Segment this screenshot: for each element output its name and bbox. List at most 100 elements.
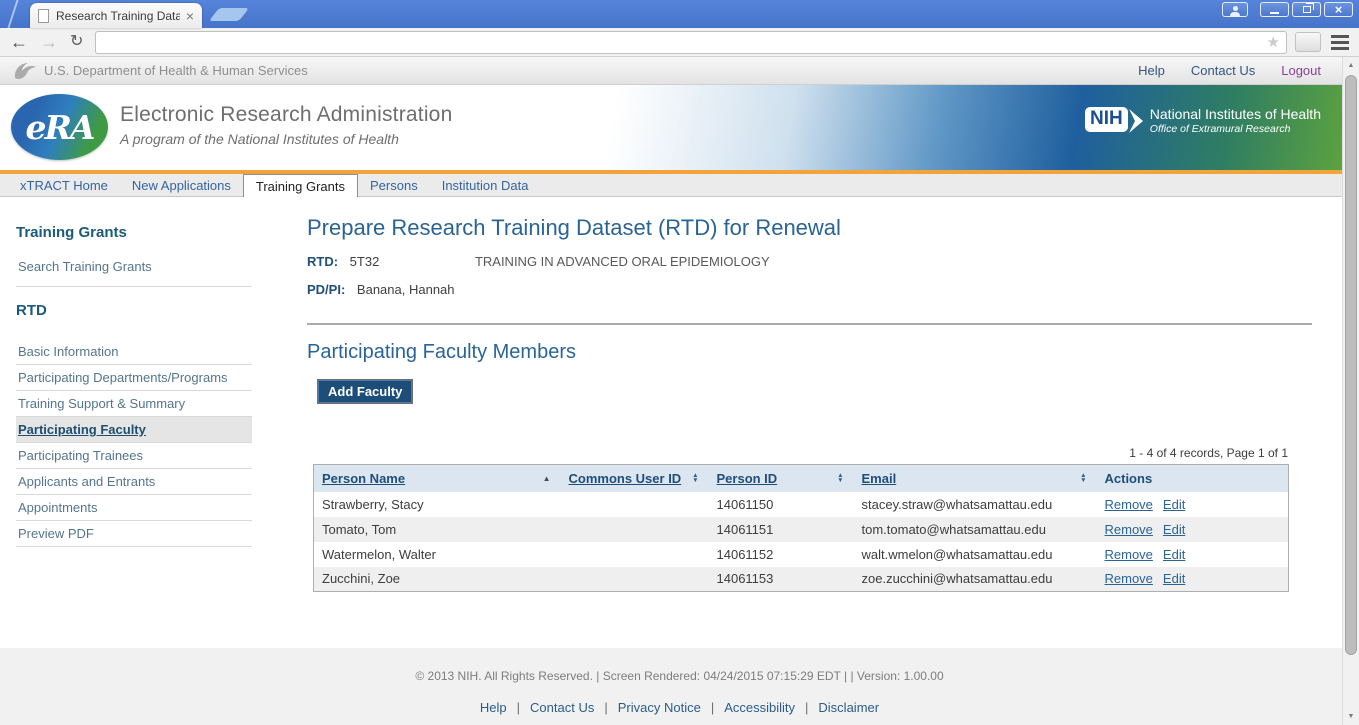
hhs-logo-icon: [12, 60, 38, 82]
edit-link[interactable]: Edit: [1163, 547, 1185, 562]
close-button[interactable]: ×: [1324, 2, 1353, 17]
faculty-table: Person Name ▲ Commons User ID ▲▼ Person ID…: [313, 464, 1289, 592]
sidebar-item[interactable]: Training Support & Summary: [16, 391, 252, 417]
copyright-text: © 2013 NIH. All Rights Reserved. | Scree…: [0, 669, 1359, 683]
table-row: Strawberry, Stacy 14061150 stacey.straw@…: [314, 492, 1289, 517]
sidebar-heading-training-grants: Training Grants: [16, 224, 290, 241]
cell-commons-user-id: [561, 567, 709, 592]
cell-actions: Remove Edit: [1097, 517, 1289, 542]
sidebar-item-search-training-grants[interactable]: Search Training Grants: [16, 257, 252, 287]
footer-link[interactable]: Accessibility: [724, 700, 795, 715]
sidebar-heading-rtd: RTD: [16, 302, 290, 319]
footer-link[interactable]: Privacy Notice: [618, 700, 701, 715]
help-link[interactable]: Help: [1138, 63, 1165, 78]
content-area: Training Grants Search Training Grants R…: [0, 197, 1359, 648]
column-header-person-name[interactable]: Person Name: [322, 471, 405, 486]
add-faculty-button[interactable]: Add Faculty: [317, 379, 413, 404]
sort-toggle-icon[interactable]: ▲▼: [692, 473, 698, 484]
sidebar-rtd-items: Basic InformationParticipating Departmen…: [16, 339, 252, 547]
pagination-info: 1 - 4 of 4 records, Page 1 of 1: [313, 446, 1288, 460]
page-favicon-icon: [38, 9, 49, 23]
remove-link[interactable]: Remove: [1105, 522, 1153, 537]
scroll-up-arrow[interactable]: ▲: [1343, 57, 1359, 74]
sidebar-item[interactable]: Preview PDF: [16, 521, 252, 547]
remove-link[interactable]: Remove: [1105, 571, 1153, 586]
column-header-commons-user-id[interactable]: Commons User ID: [569, 471, 682, 486]
restore-icon: [1303, 6, 1311, 13]
sort-toggle-icon[interactable]: ▲▼: [1080, 473, 1086, 484]
contact-us-link[interactable]: Contact Us: [1191, 63, 1255, 78]
forward-button[interactable]: →: [40, 33, 58, 51]
sidebar-item[interactable]: Participating Trainees: [16, 443, 252, 469]
cell-person-name: Tomato, Tom: [314, 517, 561, 542]
nav-tab[interactable]: Persons: [358, 174, 430, 196]
footer-link[interactable]: Contact Us: [530, 700, 594, 715]
table-header-row: Person Name ▲ Commons User ID ▲▼ Person ID…: [314, 465, 1289, 492]
extension-button[interactable]: [1295, 32, 1321, 52]
reload-button[interactable]: ↻: [70, 33, 83, 51]
page-viewport: U.S. Department of Health & Human Servic…: [0, 57, 1359, 725]
pdpi-name: Banana, Hannah: [357, 282, 455, 297]
logout-link[interactable]: Logout: [1281, 63, 1321, 78]
rtd-grant-title: TRAINING IN ADVANCED ORAL EPIDEMIOLOGY: [475, 254, 770, 269]
session-links: Help Contact Us Logout: [1138, 63, 1321, 78]
sort-toggle-icon[interactable]: ▲▼: [837, 473, 843, 484]
column-header-person-id[interactable]: Person ID: [717, 471, 778, 486]
back-button[interactable]: ←: [10, 33, 28, 51]
sort-ascending-icon[interactable]: ▲: [543, 474, 551, 483]
nav-tab[interactable]: xTRACT Home: [8, 174, 120, 196]
sidebar-item[interactable]: Participating Departments/Programs: [16, 365, 252, 391]
cell-commons-user-id: [561, 542, 709, 567]
column-header-email[interactable]: Email: [862, 471, 897, 486]
new-tab-button[interactable]: [209, 8, 249, 21]
cell-email: stacey.straw@whatsamattau.edu: [854, 492, 1097, 517]
restore-button[interactable]: [1292, 2, 1321, 17]
edit-link[interactable]: Edit: [1163, 522, 1185, 537]
nav-tab[interactable]: New Applications: [120, 174, 243, 196]
edit-link[interactable]: Edit: [1163, 497, 1185, 512]
era-banner: eRA Electronic Research Administration A…: [0, 85, 1359, 170]
cell-person-id: 14061150: [709, 492, 854, 517]
pdpi-label: PD/PI:: [307, 282, 345, 297]
scroll-down-arrow[interactable]: ▼: [1343, 708, 1359, 725]
main-panel: Prepare Research Training Dataset (RTD) …: [290, 197, 1359, 648]
address-bar[interactable]: ★: [95, 31, 1287, 54]
bookmark-star-icon[interactable]: ★: [1267, 34, 1280, 51]
browser-window: Research Training Data × × ← → ↻ ★: [0, 0, 1359, 725]
remove-link[interactable]: Remove: [1105, 497, 1153, 512]
sidebar-item[interactable]: Participating Faculty: [16, 417, 252, 443]
footer-link[interactable]: Disclaimer: [818, 700, 879, 715]
browser-tab[interactable]: Research Training Data ×: [30, 3, 202, 28]
page-scrollbar[interactable]: ▲ ▼: [1342, 57, 1359, 725]
footer-link[interactable]: Help: [480, 700, 507, 715]
profile-icon: [1233, 6, 1238, 11]
minimize-button[interactable]: [1260, 2, 1289, 17]
sidebar-item[interactable]: Basic Information: [16, 339, 252, 365]
section-title: Participating Faculty Members: [307, 341, 1312, 364]
browser-tab-strip: Research Training Data × ×: [0, 0, 1359, 28]
nav-tab[interactable]: Institution Data: [430, 174, 541, 196]
cell-email: zoe.zucchini@whatsamattau.edu: [854, 567, 1097, 592]
sidebar-item[interactable]: Applicants and Entrants: [16, 469, 252, 495]
column-header-actions: Actions: [1105, 471, 1153, 486]
browser-toolbar: ← → ↻ ★: [0, 28, 1359, 57]
remove-link[interactable]: Remove: [1105, 547, 1153, 562]
sidebar-item[interactable]: Appointments: [16, 495, 252, 521]
sidebar: Training Grants Search Training Grants R…: [0, 197, 290, 648]
cell-person-name: Watermelon, Walter: [314, 542, 561, 567]
cell-person-name: Strawberry, Stacy: [314, 492, 561, 517]
browser-menu-icon[interactable]: [1331, 35, 1349, 50]
edit-link[interactable]: Edit: [1163, 571, 1185, 586]
era-logo: eRA: [11, 94, 108, 160]
cell-commons-user-id: [561, 517, 709, 542]
tab-close-icon[interactable]: ×: [186, 9, 194, 23]
scrollbar-thumb[interactable]: [1345, 75, 1357, 655]
nav-tab[interactable]: Training Grants: [243, 174, 358, 197]
window-controls: ×: [1222, 2, 1353, 17]
tab-title: Research Training Data: [56, 9, 180, 23]
primary-navigation: xTRACT HomeNew ApplicationsTraining Gran…: [0, 174, 1359, 197]
cell-commons-user-id: [561, 492, 709, 517]
page-title: Prepare Research Training Dataset (RTD) …: [307, 215, 1312, 241]
profile-button[interactable]: [1222, 2, 1248, 17]
table-row: Watermelon, Walter 14061152 walt.wmelon@…: [314, 542, 1289, 567]
